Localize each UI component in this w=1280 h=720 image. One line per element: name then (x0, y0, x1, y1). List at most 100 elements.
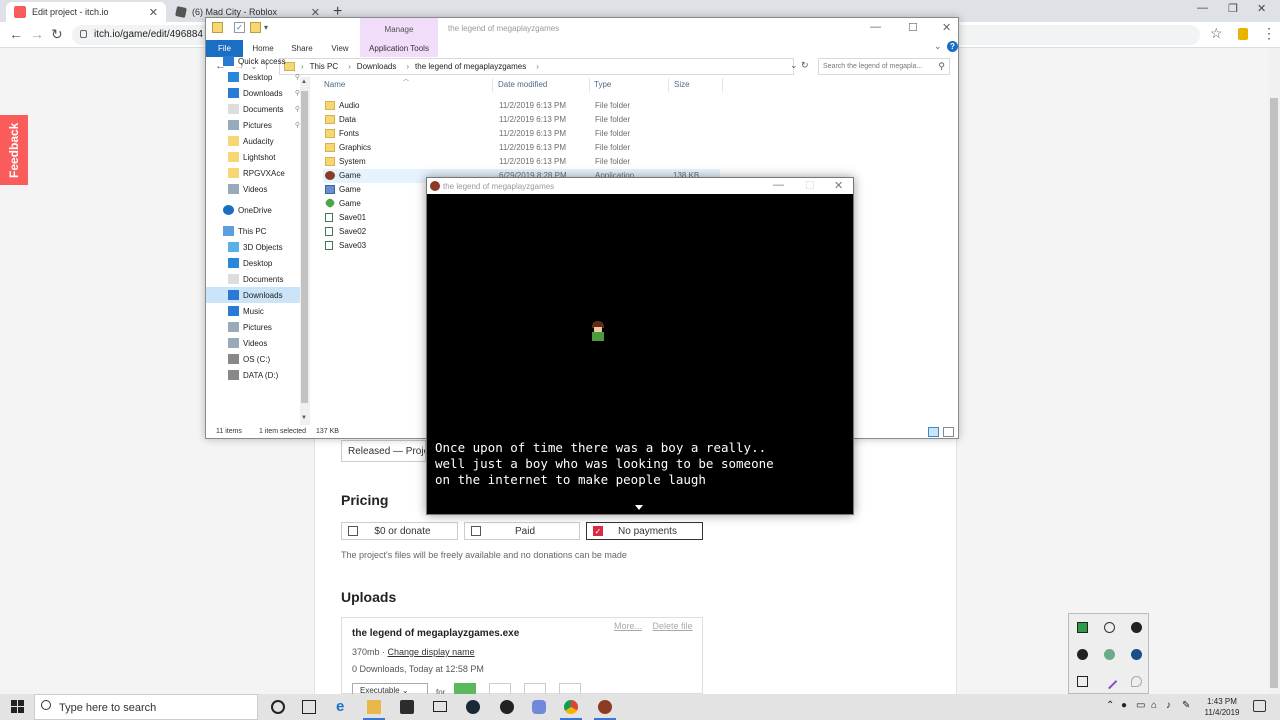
nav-item[interactable]: Videos (206, 181, 310, 197)
network-icon[interactable]: ⌂ (1151, 700, 1157, 711)
discord-icon[interactable] (532, 700, 546, 714)
game-window[interactable]: the legend of megaplayzgames — ☐ ✕ Once … (426, 177, 854, 515)
nav-item[interactable]: Desktop (206, 255, 310, 271)
column-divider[interactable] (492, 78, 493, 92)
file-row[interactable]: System 11/2/2019 6:13 PM File folder (323, 155, 723, 169)
checkbox[interactable] (471, 526, 481, 536)
browser-menu-icon[interactable]: ⋮ (1262, 25, 1276, 42)
explorer-address-bar[interactable]: › This PC › Downloads › the legend of me… (279, 58, 794, 75)
new-folder-icon[interactable] (250, 22, 261, 33)
nav-item[interactable]: This PC (206, 223, 310, 239)
release-status-select[interactable]: Released — Project is (341, 440, 426, 462)
store-icon[interactable] (400, 700, 414, 714)
status-dot-icon[interactable] (1104, 649, 1115, 660)
refresh-icon[interactable]: ↻ (801, 60, 809, 71)
nav-item[interactable]: Quick access (206, 53, 310, 69)
delete-file-link[interactable]: Delete file (653, 621, 693, 631)
cortana-icon[interactable] (271, 700, 285, 714)
pen-icon[interactable] (1101, 673, 1118, 690)
column-header-size[interactable]: Size (674, 80, 690, 89)
microphone-icon[interactable]: ● (1121, 700, 1127, 711)
large-icons-view-icon[interactable] (943, 427, 954, 437)
action-center-icon[interactable] (1253, 700, 1266, 712)
address-dropdown-icon[interactable]: ⌄ (790, 60, 798, 71)
column-divider[interactable] (589, 78, 590, 92)
pricing-option-no-payments[interactable]: ✓ No payments (586, 522, 703, 540)
expand-ribbon-icon[interactable]: ⌄ (934, 41, 942, 52)
taskbar-clock[interactable]: 1:43 PM 11/4/2019 (1200, 696, 1244, 718)
nav-item[interactable]: Downloads ⚲ (206, 85, 310, 101)
close-icon[interactable]: ✕ (834, 179, 843, 192)
nav-item[interactable]: Music (206, 303, 310, 319)
minimize-icon[interactable]: — (870, 21, 881, 33)
maximize-icon[interactable]: ☐ (908, 21, 918, 34)
volume-icon[interactable]: ♪ (1166, 700, 1171, 711)
steam-icon[interactable] (1077, 649, 1088, 660)
security-shield-icon[interactable] (1077, 622, 1088, 633)
file-row[interactable]: Data 11/2/2019 6:13 PM File folder (323, 113, 723, 127)
change-display-name-link[interactable]: Change display name (388, 647, 475, 657)
close-icon[interactable]: ✕ (942, 21, 951, 34)
pricing-option-paid[interactable]: Paid (464, 522, 580, 540)
nav-item[interactable]: Desktop ⚲ (206, 69, 310, 85)
close-window-icon[interactable]: ✕ (1257, 2, 1266, 15)
page-scrollbar-thumb[interactable] (1270, 98, 1278, 688)
windows-start-icon[interactable] (11, 700, 24, 713)
nav-item[interactable]: Videos (206, 335, 310, 351)
restore-icon[interactable]: ❐ (1228, 2, 1238, 15)
task-view-icon[interactable] (302, 700, 316, 714)
platform-mac-toggle[interactable] (524, 683, 546, 694)
nav-item[interactable]: Downloads (206, 287, 310, 303)
nav-item[interactable]: 3D Objects (206, 239, 310, 255)
nav-pane-scrollbar[interactable]: ▲ ▼ (300, 77, 310, 425)
explorer-search-input[interactable]: Search the legend of megapla... ⚲ (818, 58, 950, 75)
nav-item[interactable]: Pictures (206, 319, 310, 335)
minimize-icon[interactable]: — (773, 179, 784, 191)
game-taskbar-icon[interactable] (598, 700, 612, 714)
bookmark-star-icon[interactable]: ☆ (1210, 25, 1223, 42)
nav-item[interactable]: Documents (206, 271, 310, 287)
steam-blue-icon[interactable] (1131, 649, 1142, 660)
steam-taskbar-icon[interactable] (466, 700, 480, 714)
column-header-type[interactable]: Type (594, 80, 611, 89)
scroll-down-icon[interactable]: ▼ (301, 415, 307, 421)
window-icon[interactable] (1077, 676, 1088, 687)
platform-android-toggle[interactable] (559, 683, 581, 694)
extension-icon[interactable] (1238, 28, 1248, 40)
help-icon[interactable]: ? (947, 41, 958, 52)
show-hidden-icons-icon[interactable]: ⌃ (1106, 700, 1114, 711)
pen-workspace-icon[interactable]: ✎ (1182, 700, 1190, 711)
tab-edit-project[interactable]: Edit project - itch.io ✕ (6, 2, 166, 22)
column-header-name[interactable]: Name (324, 80, 345, 89)
steam-client-icon[interactable] (500, 700, 514, 714)
nav-item[interactable]: Lightshot (206, 149, 310, 165)
platform-linux-toggle[interactable] (489, 683, 511, 694)
sync-off-icon[interactable] (1104, 622, 1115, 633)
nav-item[interactable]: DATA (D:) (206, 367, 310, 383)
column-divider[interactable] (668, 78, 669, 92)
taskbar-search-input[interactable]: Type here to search (34, 694, 258, 720)
checkbox[interactable] (348, 526, 358, 536)
nav-item[interactable]: OS (C:) (206, 351, 310, 367)
more-link[interactable]: More... (614, 621, 642, 631)
file-explorer-taskbar-icon[interactable] (367, 700, 381, 714)
nav-item[interactable]: Pictures ⚲ (206, 117, 310, 133)
mail-icon[interactable] (433, 701, 447, 712)
minimize-icon[interactable]: — (1197, 2, 1208, 14)
properties-icon[interactable]: ✓ (234, 22, 245, 33)
chrome-icon[interactable] (564, 700, 578, 714)
nav-item[interactable]: OneDrive (206, 202, 310, 218)
reload-icon[interactable]: ↻ (51, 26, 63, 43)
file-row[interactable]: Graphics 11/2/2019 6:13 PM File folder (323, 141, 723, 155)
back-icon[interactable]: ← (9, 26, 23, 42)
close-tab-icon[interactable]: ✕ (149, 6, 158, 19)
details-view-icon[interactable] (928, 427, 939, 437)
nav-item[interactable]: Documents ⚲ (206, 101, 310, 117)
breadcrumb-downloads[interactable]: Downloads (357, 62, 397, 71)
feedback-tab[interactable]: Feedback (0, 115, 28, 185)
edge-icon[interactable]: e (336, 698, 350, 715)
battery-icon[interactable]: ▭ (1136, 700, 1145, 711)
forward-icon[interactable]: → (30, 26, 44, 42)
file-row[interactable]: Audio 11/2/2019 6:13 PM File folder (323, 99, 723, 113)
checked-checkbox-icon[interactable]: ✓ (593, 526, 603, 536)
